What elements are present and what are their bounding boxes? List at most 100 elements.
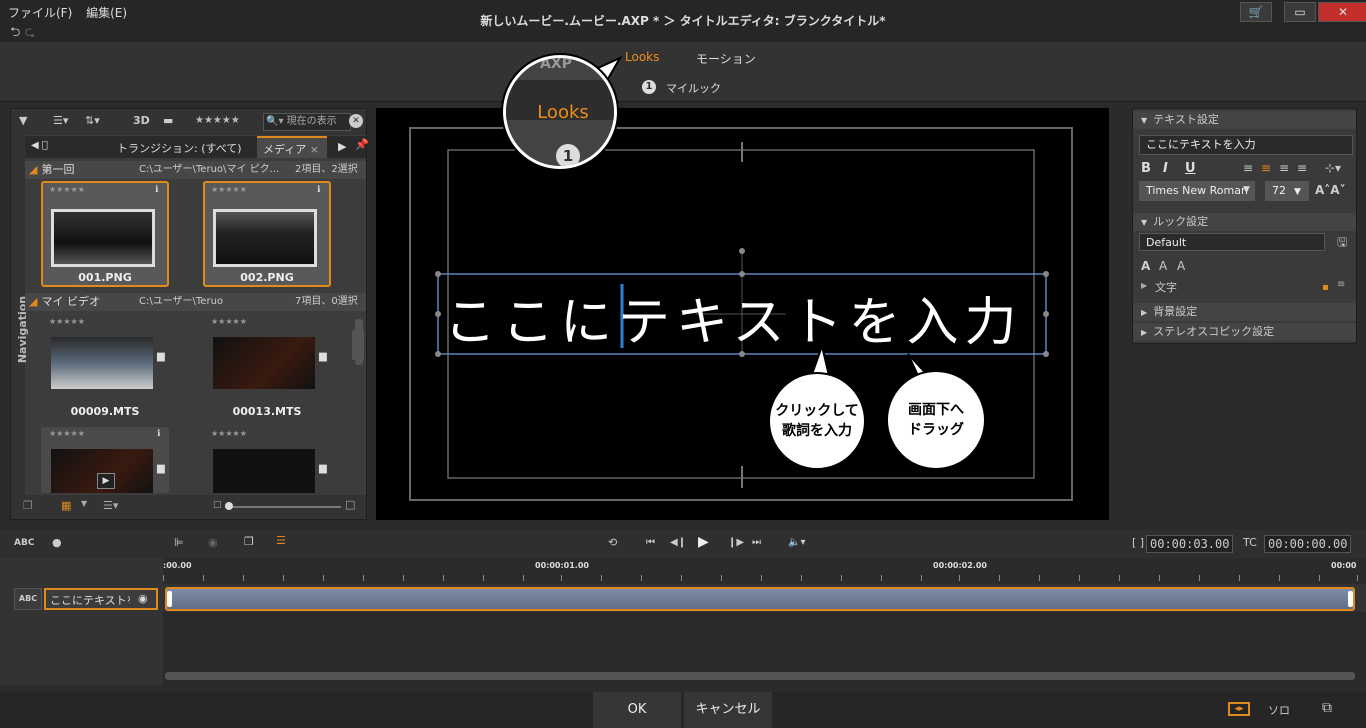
title-clip[interactable] <box>165 587 1355 611</box>
menu-icon[interactable]: ≡ <box>1337 279 1345 290</box>
info-icon[interactable]: ℹ <box>317 185 320 195</box>
go-to-end-icon[interactable]: ⏭ <box>752 537 761 548</box>
layers-icon[interactable]: ● <box>52 536 62 549</box>
track-header[interactable]: ここにテキストを... ◉ <box>44 588 158 610</box>
item-rating[interactable]: ★★★★★ <box>49 185 85 194</box>
3d-filter[interactable]: 3D <box>133 114 150 127</box>
search-input[interactable]: 🔍▾ 現在の表示 <box>263 113 351 131</box>
expand-icon[interactable]: ▶ <box>1141 281 1147 290</box>
add-outline-layer-icon[interactable]: A <box>1159 259 1167 273</box>
item-rating[interactable]: ★★★★★ <box>211 429 247 438</box>
bold-button[interactable]: B <box>1141 161 1151 176</box>
solo-button[interactable]: ソロ <box>1268 702 1290 718</box>
pin-icon[interactable]: 📌 <box>355 138 369 151</box>
cart-icon[interactable]: 🛒 <box>1240 2 1272 22</box>
media-item[interactable]: ★★★★★ ℹ 002.PNG <box>203 181 331 287</box>
rating-filter[interactable]: ★★★★★ <box>195 115 240 126</box>
tab-media[interactable]: メディア × <box>257 136 327 158</box>
grid-view-icon[interactable]: ▦ <box>61 499 71 512</box>
tab-prev[interactable]: ◀ ⃝ <box>31 140 48 151</box>
close-tab-icon[interactable]: × <box>310 143 319 156</box>
info-icon[interactable]: ℹ <box>155 185 158 195</box>
navigation-strip[interactable]: Navigation <box>11 135 29 495</box>
item-rating[interactable]: ★★★★★ <box>49 429 85 438</box>
text-direction-icon[interactable]: ⊹▾ <box>1325 161 1341 175</box>
media-item[interactable]: ★★★★★ ▆ 00009.MTS <box>41 315 169 421</box>
look-settings-header[interactable]: ▼ ルック設定 <box>1133 213 1356 231</box>
clear-search-icon[interactable]: ✕ <box>349 114 363 128</box>
font-size-adjust-icon[interactable]: A˄A˅ <box>1315 183 1346 197</box>
volume-icon[interactable]: 🔈▾ <box>788 537 805 548</box>
sort-icon[interactable]: ⇅▾ <box>85 114 100 127</box>
panel-collapse-handle[interactable] <box>352 330 364 360</box>
play-icon[interactable]: ▶ <box>698 534 709 550</box>
stack-icon[interactable]: ❐ <box>23 499 33 512</box>
copy-icon[interactable]: ❐ <box>244 535 254 548</box>
align-center-icon[interactable]: ≡ <box>1261 161 1271 175</box>
group-header[interactable]: ◢ 第一回 C:\ユーザー\Teruo\マイ ピク... 2項目、2選択 <box>25 161 366 179</box>
background-settings-header[interactable]: ▶ 背景設定 <box>1133 303 1356 321</box>
timeline-ruler[interactable]: :00.00 00:00:01.00 00:00:02.00 00:00 <box>163 558 1366 584</box>
slider-handle[interactable] <box>225 502 233 510</box>
go-to-start-icon[interactable]: ⏮ <box>646 537 655 548</box>
thumb-size-slider[interactable] <box>225 506 341 508</box>
italic-button[interactable]: I <box>1163 161 1168 176</box>
font-size-select[interactable]: 72 ▼ <box>1265 181 1309 201</box>
color-swatch[interactable] <box>1323 285 1328 290</box>
loop-icon[interactable]: ⟲ <box>608 536 617 549</box>
align-right-icon[interactable]: ≡ <box>1279 161 1289 175</box>
font-select[interactable]: Times New Roman <box>1139 181 1255 201</box>
justify-icon[interactable]: ≡ <box>1297 161 1307 175</box>
timeline-options-icon[interactable]: ☰ <box>276 534 286 547</box>
align-icon[interactable]: ⊫ <box>174 536 184 549</box>
tab-looks[interactable]: Looks <box>625 50 659 64</box>
list-view-icon[interactable]: ☰▾ <box>103 499 118 512</box>
my-looks-label[interactable]: マイルック <box>666 80 721 96</box>
tab-motion[interactable]: モーション <box>696 50 756 67</box>
tab-transitions[interactable]: トランジション: (すべて) <box>117 140 242 156</box>
list-icon[interactable]: ☰▾ <box>53 114 68 127</box>
item-rating[interactable]: ★★★★★ <box>49 317 85 326</box>
clip-trim-handle-left[interactable] <box>167 591 172 607</box>
cancel-button[interactable]: キャンセル <box>684 692 772 728</box>
tag-icon[interactable]: ▼ <box>19 114 27 127</box>
popout-icon[interactable]: ⧉ <box>1322 700 1332 716</box>
duration-display[interactable]: 00:00:03.00 <box>1146 535 1234 553</box>
timecode-display[interactable]: 00:00:00.00 <box>1264 535 1352 553</box>
add-shadow-layer-icon[interactable]: A <box>1177 259 1185 273</box>
media-item[interactable]: ★★★★★ ℹ 001.PNG <box>41 181 169 287</box>
info-icon[interactable]: ℹ <box>157 429 160 439</box>
play-icon[interactable]: ▶ <box>97 473 115 489</box>
save-icon[interactable]: 🖫 <box>1337 233 1347 254</box>
step-forward-icon[interactable]: ❙▶ <box>728 537 744 548</box>
look-preset-field[interactable]: Default <box>1139 233 1325 251</box>
add-text-layer-icon[interactable]: A <box>1141 259 1150 273</box>
stereoscopic-settings-header[interactable]: ▶ ステレオスコピック設定 <box>1133 323 1356 341</box>
item-rating[interactable]: ★★★★★ <box>211 317 247 326</box>
chevron-down-icon[interactable]: ▼ <box>1243 185 1250 195</box>
underline-button[interactable]: U <box>1185 161 1196 176</box>
chevron-down-icon[interactable]: ▼ <box>81 499 87 508</box>
media-item[interactable]: ★★★★★ ▆ <box>203 427 331 493</box>
clip-trim-handle-right[interactable] <box>1348 591 1353 607</box>
align-left-icon[interactable]: ≡ <box>1243 161 1253 175</box>
item-rating[interactable]: ★★★★★ <box>211 185 247 194</box>
minimize-button[interactable]: ▭ <box>1284 2 1316 22</box>
step-back-icon[interactable]: ◀❙ <box>670 537 686 548</box>
media-filter-icon[interactable]: ▬ <box>163 114 173 127</box>
tab-next-icon[interactable]: ▶ <box>338 140 346 153</box>
group-header[interactable]: ◢ マイ ビデオ C:\ユーザー\Teruo 7項目、0選択 <box>25 293 366 311</box>
preview-mode-icon[interactable]: ◂▸ <box>1228 702 1250 716</box>
text-input[interactable]: ここにテキストを入力 <box>1139 135 1353 155</box>
ok-button[interactable]: OK <box>593 692 681 728</box>
media-item[interactable]: ★★★★★ ℹ ▶ ▆ <box>41 427 169 493</box>
text-settings-header[interactable]: ▼ テキスト設定 <box>1133 111 1356 129</box>
track-visibility-icon[interactable]: ◉ <box>138 592 148 605</box>
text-layer-label[interactable]: 文字 <box>1155 279 1177 295</box>
eye-icon[interactable]: ◉ <box>208 536 218 549</box>
close-button[interactable]: ✕ <box>1318 2 1366 22</box>
settings-panel: ▼ テキスト設定 ここにテキストを入力 B I U ≡ ≡ ≡ ≡ ⊹▾ Time… <box>1132 108 1357 344</box>
timeline-scrollbar[interactable] <box>165 672 1355 680</box>
media-item[interactable]: ★★★★★ ▆ 00013.MTS <box>203 315 331 421</box>
preview-canvas[interactable]: ここにテキストを入力 <box>376 108 1109 520</box>
